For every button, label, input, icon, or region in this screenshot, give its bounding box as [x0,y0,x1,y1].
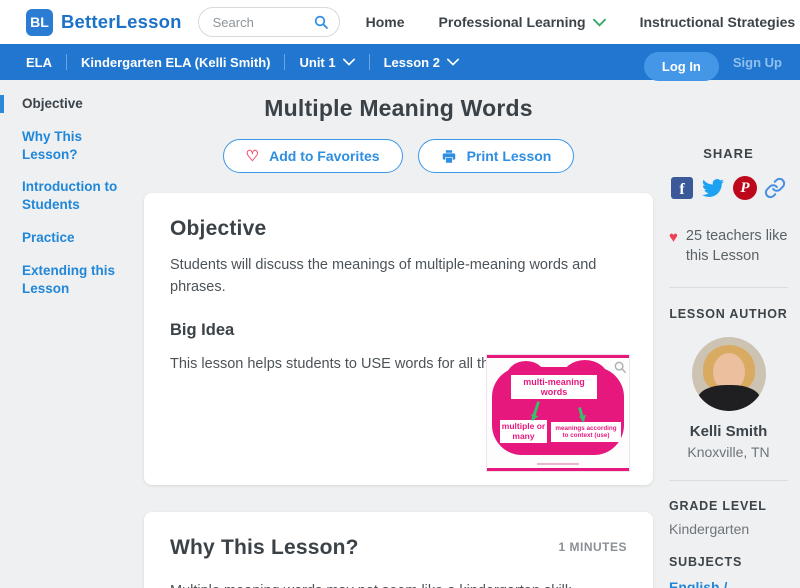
breadcrumb-course[interactable]: Kindergarten ELA (Kelli Smith) [81,55,270,70]
search-box[interactable] [197,7,340,37]
nav-home[interactable]: Home [366,14,405,30]
why-heading: Why This Lesson? [170,536,359,559]
search-icon[interactable] [313,14,329,30]
author-location: Knoxville, TN [687,443,770,460]
why-this-lesson-card: Why This Lesson? 1 MINUTES Multiple mean… [144,512,653,588]
likes-text: 25 teachers like this Lesson [685,228,788,265]
log-in-button[interactable]: Log In [643,51,719,81]
nav-professional-learning-label: Professional Learning [438,14,586,30]
breadcrumb-bar: ELA Kindergarten ELA (Kelli Smith) Unit … [0,44,800,81]
heart-outline-icon: ♡ [245,147,260,165]
betterlesson-logo[interactable]: BL BetterLesson [26,8,182,36]
breadcrumb-ela[interactable]: ELA [26,55,52,70]
bl-logo-icon: BL [26,8,53,36]
nav-links: Home Professional Learning Instructional… [366,14,800,30]
pinterest-icon[interactable]: P [733,176,757,200]
breadcrumb-lesson-label: Lesson 2 [383,54,440,70]
multi-meaning-words-image[interactable]: multi-meaning words multiple or many mea… [487,355,629,471]
breadcrumb-unit-label: Unit 1 [299,54,336,70]
nav-home-label: Home [365,14,405,30]
auth-buttons: Log In Sign Up [643,44,786,81]
breadcrumb-lesson-dropdown[interactable]: Lesson 2 [384,55,459,70]
sidebar-item-why-this-lesson[interactable]: Why This Lesson? [0,128,140,164]
objective-heading: Objective [170,217,267,240]
printer-icon [442,149,455,163]
poster-left-box: multiple or many [500,420,547,444]
subject-link-ela[interactable]: English / Language Arts [669,578,788,588]
nav-professional-learning[interactable]: Professional Learning [439,14,606,30]
logo-text: BetterLesson [61,11,182,32]
nav-instructional-strategies[interactable]: Instructional Strategies [640,14,796,30]
lesson-section-nav: Objective Why This Lesson? Introduction … [0,80,140,588]
chevron-down-icon [592,18,606,27]
social-share-row: f P [669,176,788,200]
breadcrumb-unit-dropdown[interactable]: Unit 1 [299,54,355,70]
lesson-image-wrap: multi-meaning words multiple or many mea… [487,355,629,471]
zoom-magnifier-icon[interactable] [613,360,627,374]
heart-icon: ♥ [669,229,678,246]
why-card-header: Why This Lesson? 1 MINUTES [170,536,627,560]
page-content: Objective Why This Lesson? Introduction … [0,80,800,588]
why-text: Multiple meaning words may not seem like… [170,580,627,588]
objective-text: Students will discuss the meanings of mu… [170,257,597,296]
big-idea-heading: Big Idea [170,320,235,339]
facebook-icon[interactable]: f [671,177,693,199]
twitter-icon[interactable] [700,177,726,199]
grade-level-heading: GRADE LEVEL [669,498,767,513]
main-column: Multiple Meaning Words ♡ Add to Favorite… [140,80,657,588]
breadcrumb-separator [284,54,286,70]
nav-instructional-strategies-label: Instructional Strategies [639,14,796,30]
sign-up-button[interactable]: Sign Up [733,55,786,70]
duration-badge: 1 MINUTES [558,540,627,554]
print-lesson-label: Print Lesson [466,148,552,164]
lesson-meta-sidebar: SHARE f P ♥ 25 teachers like this Lesson… [657,80,800,588]
breadcrumb-separator [66,54,67,70]
author-name: Kelli Smith [689,422,768,440]
print-lesson-button[interactable]: Print Lesson [417,139,575,173]
avatar-body [697,384,760,411]
subjects-heading: SUBJECTS [669,554,743,569]
grade-level-value: Kindergarten [669,520,750,537]
author-avatar[interactable] [691,336,766,411]
poster-credit-text [537,463,579,465]
link-icon[interactable] [764,177,786,199]
poster-right-box: meanings according to context (use) [551,422,621,443]
objective-card: Objective Students will discuss the mean… [144,193,653,485]
divider [669,286,788,288]
add-to-favorites-label: Add to Favorites [269,148,380,164]
breadcrumb-separator [368,54,370,70]
sidebar-item-practice[interactable]: Practice [0,229,140,247]
page-title: Multiple Meaning Words [264,95,533,121]
likes-count: ♥ 25 teachers like this Lesson [669,226,788,267]
sidebar-item-extending[interactable]: Extending this Lesson [0,262,140,298]
chevron-down-icon [342,58,355,66]
action-buttons: ♡ Add to Favorites Print Lesson [144,139,653,173]
poster-top-box: multi-meaning words [511,375,597,400]
lesson-author-heading: LESSON AUTHOR [669,306,788,321]
top-navbar: BL BetterLesson Home Professional Learni… [0,0,800,44]
divider [669,479,788,481]
share-heading: SHARE [703,146,754,161]
sidebar-item-introduction[interactable]: Introduction to Students [0,178,140,214]
add-to-favorites-button[interactable]: ♡ Add to Favorites [222,139,403,173]
sidebar-item-objective[interactable]: Objective [0,95,140,113]
chevron-down-icon [446,58,459,66]
search-input[interactable] [212,14,313,30]
